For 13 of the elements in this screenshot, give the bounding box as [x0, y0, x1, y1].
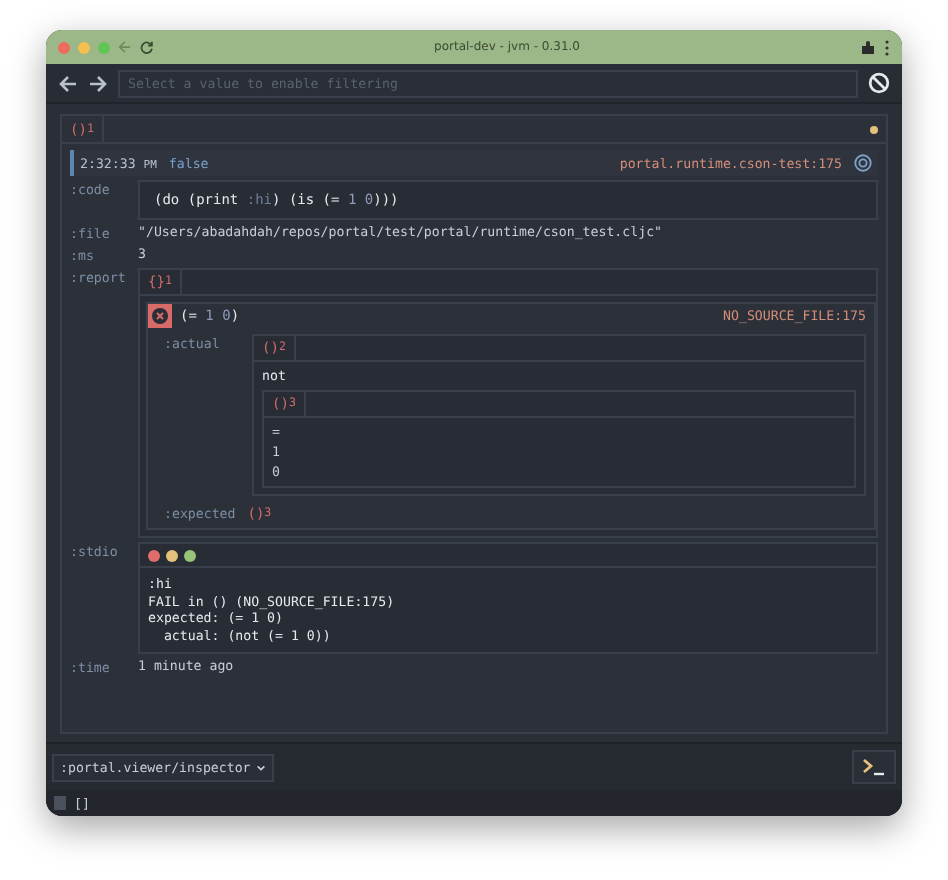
- terminal-icon: [862, 758, 886, 776]
- runtime-icon: [854, 154, 872, 172]
- terminal-button[interactable]: [852, 750, 896, 784]
- reload-icon[interactable]: [140, 40, 154, 54]
- ban-icon[interactable]: [868, 72, 890, 94]
- close-icon: [58, 41, 70, 53]
- minimize-icon: [78, 41, 90, 53]
- more-icon[interactable]: [884, 39, 890, 55]
- maximize-icon: [98, 41, 110, 53]
- back-icon[interactable]: [58, 73, 78, 93]
- status-dot-icon: [870, 125, 878, 133]
- forward-icon[interactable]: [88, 73, 108, 93]
- caret-icon: [256, 763, 267, 771]
